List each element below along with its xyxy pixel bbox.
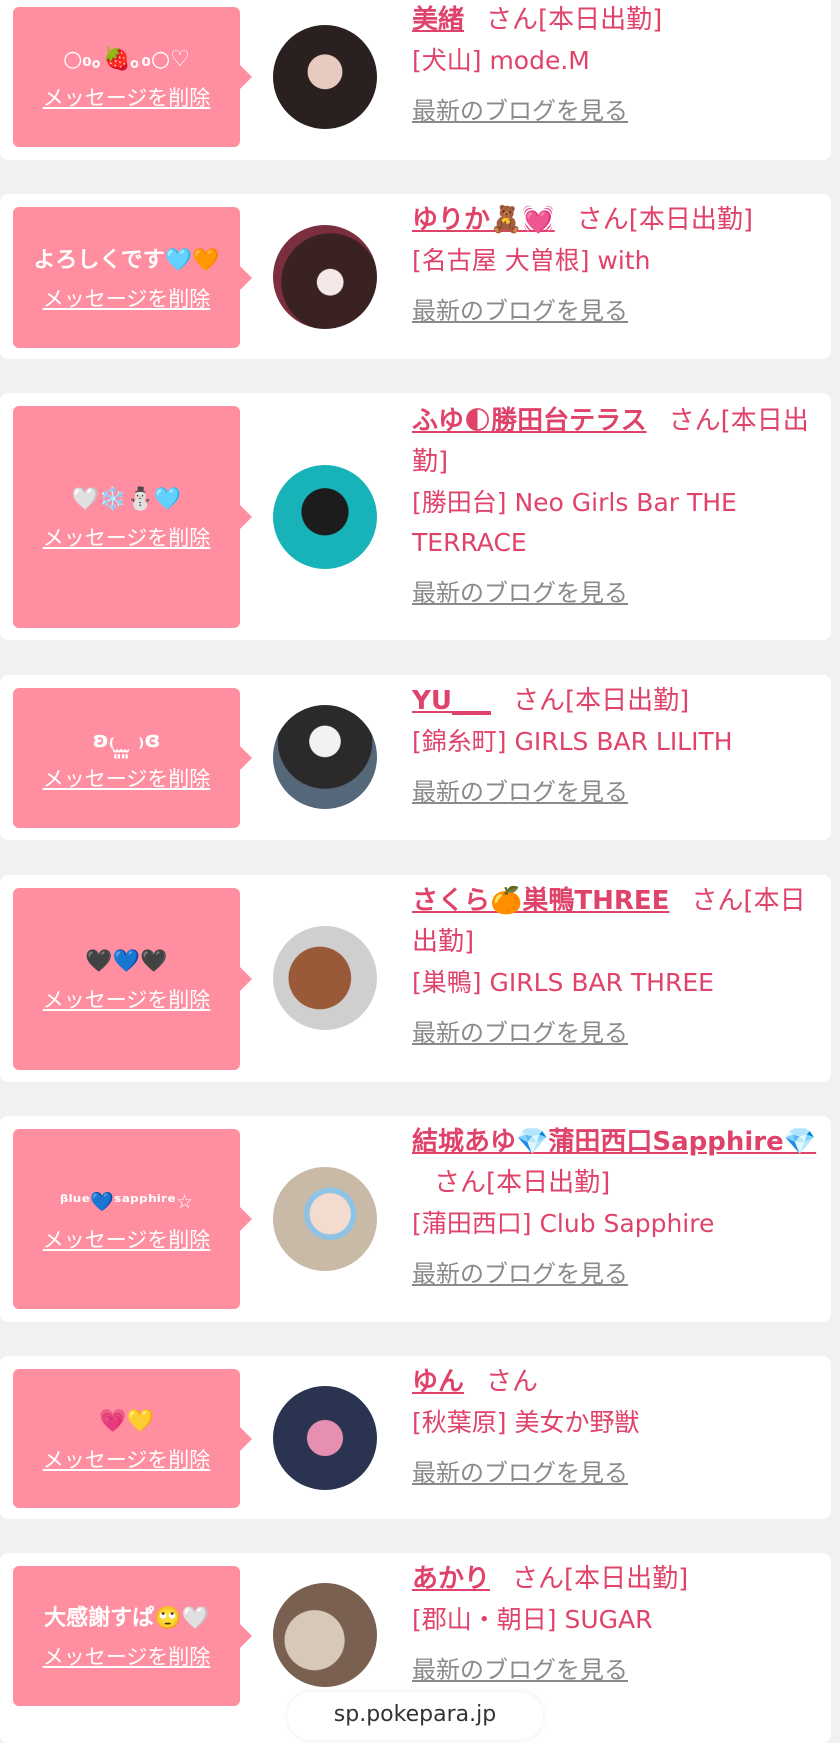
- favorite-card: 💗💛 メッセージを削除 ゆん さん [秋葉原] 美女か野獣 最新のブログを見る: [0, 1356, 831, 1519]
- cast-info: YU___ さん[本日出勤] [錦糸町] GIRLS BAR LILITH 最新の…: [412, 681, 822, 807]
- message-text: 🖤💙🖤: [85, 949, 168, 974]
- cast-status: さん: [486, 1367, 539, 1397]
- cast-status: さん[本日出勤]: [434, 1168, 611, 1198]
- message-bubble: 大感謝すぱ🙄🤍 メッセージを削除: [13, 1566, 252, 1706]
- shop-info: [郡山・朝日] SUGAR: [412, 1605, 653, 1634]
- cast-info: さくら🍊巣鴨THREE さん[本日出勤] [巣鴨] GIRLS BAR THREE…: [412, 881, 822, 1048]
- cast-name-link[interactable]: 美緒: [412, 5, 464, 35]
- message-bubble: 🤍❄️⛄🩵 メッセージを削除: [13, 406, 252, 628]
- shop-info: [名古屋 大曽根] with: [412, 246, 651, 275]
- blog-link[interactable]: 最新のブログを見る: [412, 1650, 628, 1685]
- avatar[interactable]: [273, 1386, 377, 1490]
- shop-info: [秋葉原] 美女か野獣: [412, 1408, 640, 1437]
- blog-link[interactable]: 最新のブログを見る: [412, 91, 628, 126]
- cast-info: ふゆ🌓勝田台テラス さん[本日出勤] [勝田台] Neo Girls Bar TH…: [412, 401, 822, 608]
- avatar[interactable]: [273, 705, 377, 809]
- favorite-card: ᵝˡᵘᵉ💙ˢᵃᵖᵖʰⁱʳᵉ☆ メッセージを削除 結城あゆ💎蒲田西口Sapphir…: [0, 1116, 831, 1322]
- shop-info: [錦糸町] GIRLS BAR LILITH: [412, 727, 733, 756]
- cast-name-link[interactable]: あかり: [412, 1564, 490, 1594]
- cast-name-link[interactable]: ゆりか🧸💓: [412, 205, 555, 235]
- cast-info: あかり さん[本日出勤] [郡山・朝日] SUGAR 最新のブログを見る: [412, 1559, 822, 1685]
- message-bubble: ʚ₍ ̫͈ ̫͈ ₎ɞ メッセージを削除: [13, 688, 252, 828]
- cast-info: ゆん さん [秋葉原] 美女か野獣 最新のブログを見る: [412, 1362, 822, 1488]
- cast-status: さん[本日出勤]: [486, 5, 663, 35]
- blog-link[interactable]: 最新のブログを見る: [412, 1453, 628, 1488]
- cast-name-link[interactable]: ふゆ🌓勝田台テラス: [412, 406, 647, 436]
- message-text: ᵝˡᵘᵉ💙ˢᵃᵖᵖʰⁱʳᵉ☆: [59, 1191, 194, 1213]
- avatar[interactable]: [273, 1167, 377, 1271]
- delete-message-link[interactable]: メッセージを削除: [43, 763, 211, 793]
- delete-message-link[interactable]: メッセージを削除: [43, 984, 211, 1014]
- favorite-card: 🖤💙🖤 メッセージを削除 さくら🍊巣鴨THREE さん[本日出勤] [巣鴨] GI…: [0, 875, 831, 1082]
- message-text: ○₀｡🍓｡₀○♡: [63, 47, 190, 72]
- delete-message-link[interactable]: メッセージを削除: [43, 1224, 211, 1254]
- message-bubble: ○₀｡🍓｡₀○♡ メッセージを削除: [13, 7, 252, 147]
- cast-status: さん[本日出勤]: [512, 686, 690, 716]
- message-text: 🤍❄️⛄🩵: [71, 487, 182, 512]
- avatar[interactable]: [273, 1583, 377, 1687]
- favorite-card: よろしくです🩵🧡 メッセージを削除 ゆりか🧸💓 さん[本日出勤] [名古屋 大曽根…: [0, 194, 831, 359]
- delete-message-link[interactable]: メッセージを削除: [43, 522, 211, 552]
- avatar[interactable]: [273, 465, 377, 569]
- delete-message-link[interactable]: メッセージを削除: [43, 82, 211, 112]
- avatar[interactable]: [273, 25, 377, 129]
- cast-info: 美緒 さん[本日出勤] [犬山] mode.M 最新のブログを見る: [412, 0, 822, 126]
- delete-message-link[interactable]: メッセージを削除: [43, 1641, 211, 1671]
- cast-info: ゆりか🧸💓 さん[本日出勤] [名古屋 大曽根] with 最新のブログを見る: [412, 200, 822, 326]
- message-text: 大感謝すぱ🙄🤍: [44, 1606, 209, 1631]
- cast-status: さん[本日出勤]: [512, 1564, 689, 1594]
- shop-info: [勝田台] Neo Girls Bar THE TERRACE: [412, 488, 737, 557]
- message-bubble: ᵝˡᵘᵉ💙ˢᵃᵖᵖʰⁱʳᵉ☆ メッセージを削除: [13, 1129, 252, 1309]
- cast-status: さん[本日出勤]: [576, 205, 754, 235]
- message-text: ʚ₍ ̫͈ ̫͈ ₎ɞ: [92, 728, 161, 753]
- avatar[interactable]: [273, 225, 377, 329]
- shop-info: [蒲田西口] Club Sapphire: [412, 1209, 715, 1238]
- blog-link[interactable]: 最新のブログを見る: [412, 291, 628, 326]
- browser-url-pill[interactable]: sp.pokepara.jp: [287, 1692, 543, 1740]
- blog-link[interactable]: 最新のブログを見る: [412, 1013, 628, 1048]
- shop-info: [巣鴨] GIRLS BAR THREE: [412, 968, 714, 997]
- favorite-card: 🤍❄️⛄🩵 メッセージを削除 ふゆ🌓勝田台テラス さん[本日出勤] [勝田台] N…: [0, 393, 831, 640]
- cast-name-link[interactable]: ゆん: [412, 1367, 464, 1397]
- blog-link[interactable]: 最新のブログを見る: [412, 573, 628, 608]
- favorite-card: ʚ₍ ̫͈ ̫͈ ₎ɞ メッセージを削除 YU___ さん[本日出勤] [錦糸町]…: [0, 675, 831, 840]
- delete-message-link[interactable]: メッセージを削除: [43, 283, 211, 313]
- cast-info: 結城あゆ💎蒲田西口Sapphire💎 さん[本日出勤] [蒲田西口] Club S…: [412, 1122, 822, 1289]
- cast-name-link[interactable]: YU___: [412, 686, 491, 716]
- cast-name-link[interactable]: さくら🍊巣鴨THREE: [412, 886, 669, 916]
- message-bubble: よろしくです🩵🧡 メッセージを削除: [13, 207, 252, 348]
- delete-message-link[interactable]: メッセージを削除: [43, 1444, 211, 1474]
- favorite-card: ○₀｡🍓｡₀○♡ メッセージを削除 美緒 さん[本日出勤] [犬山] mode.M…: [0, 0, 831, 160]
- cast-name-link[interactable]: 結城あゆ💎蒲田西口Sapphire💎: [412, 1127, 816, 1157]
- message-text: よろしくです🩵🧡: [33, 247, 220, 273]
- shop-info: [犬山] mode.M: [412, 46, 590, 75]
- message-bubble: 🖤💙🖤 メッセージを削除: [13, 888, 252, 1070]
- avatar[interactable]: [273, 926, 377, 1030]
- message-bubble: 💗💛 メッセージを削除: [13, 1369, 252, 1508]
- blog-link[interactable]: 最新のブログを見る: [412, 772, 628, 807]
- blog-link[interactable]: 最新のブログを見る: [412, 1254, 628, 1289]
- message-text: 💗💛: [99, 1408, 154, 1434]
